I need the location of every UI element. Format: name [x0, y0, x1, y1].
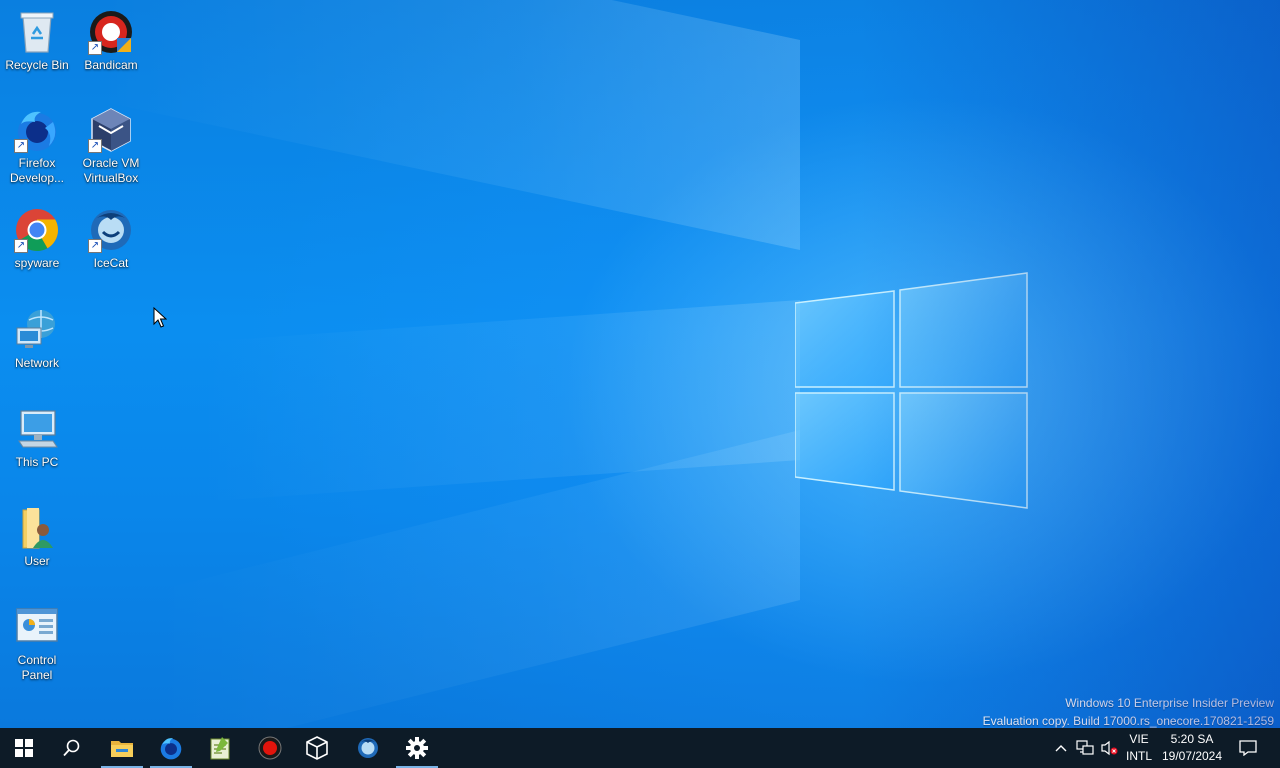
- desktop-wallpaper[interactable]: Recycle Bin ↗ Bandicam ↗ Firefox Develop…: [0, 0, 1280, 728]
- search-icon: [63, 739, 80, 757]
- desktop-icon-label: spyware: [14, 256, 60, 270]
- desktop-icon-label: Oracle VM VirtualBox: [82, 156, 140, 185]
- light-beam: [150, 430, 800, 728]
- action-center-button[interactable]: [1232, 728, 1264, 768]
- bandicam-icon: [258, 736, 282, 760]
- icecat-icon: ↗: [87, 206, 135, 254]
- desktop-icon-label: Network: [14, 356, 59, 370]
- firefox-developer-icon: [160, 738, 182, 760]
- chrome-icon: ↗: [13, 206, 61, 254]
- start-button[interactable]: [1, 728, 47, 768]
- desktop-icon-spyware[interactable]: ↗ spyware: [0, 206, 74, 271]
- network-tray-button[interactable]: [1074, 728, 1096, 768]
- volume-tray-button[interactable]: [1098, 728, 1120, 768]
- user-folder-icon: [13, 504, 61, 552]
- desktop-icon-virtualbox[interactable]: ↗ Oracle VM VirtualBox: [74, 106, 148, 186]
- virtualbox-icon: ↗: [87, 106, 135, 154]
- volume-muted-icon: [1101, 740, 1118, 756]
- watermark-line-2: Evaluation copy. Build 17000.rs_onecore.…: [982, 714, 1274, 728]
- evaluation-watermark: Windows 10 Enterprise Insider Preview Ev…: [983, 694, 1274, 728]
- notepad-plus-icon: [210, 737, 230, 760]
- taskbar-bandicam[interactable]: [247, 728, 293, 768]
- windows-logo-wallpaper: [795, 272, 1028, 509]
- icecat-icon: [358, 738, 378, 758]
- show-hidden-icons-button[interactable]: [1051, 728, 1071, 768]
- desktop-icon-bandicam[interactable]: ↗ Bandicam: [74, 8, 148, 73]
- taskbar-icecat[interactable]: [345, 728, 391, 768]
- chevron-up-icon: [1055, 745, 1067, 752]
- desktop-icon-label: Bandicam: [84, 58, 138, 72]
- desktop-icon-label: Firefox Develop...: [9, 156, 65, 185]
- input-language-button[interactable]: VIE INTL: [1122, 728, 1156, 768]
- taskbar-firefox-developer[interactable]: [148, 728, 194, 768]
- this-pc-icon: [13, 405, 61, 453]
- search-button[interactable]: [49, 728, 95, 768]
- bandicam-icon: ↗: [87, 8, 135, 56]
- shortcut-arrow-icon: ↗: [88, 239, 102, 253]
- desktop-icon-network[interactable]: Network: [0, 306, 74, 371]
- firefox-developer-icon: ↗: [13, 106, 61, 154]
- watermark-line-1: Windows 10 Enterprise Insider Preview: [1065, 696, 1274, 710]
- taskbar-virtualbox[interactable]: [294, 728, 340, 768]
- taskbar-file-explorer[interactable]: [99, 728, 145, 768]
- desktop-icon-this-pc[interactable]: This PC: [0, 405, 74, 470]
- shortcut-arrow-icon: ↗: [88, 139, 102, 153]
- desktop-icon-firefox-developer[interactable]: ↗ Firefox Develop...: [0, 106, 74, 186]
- desktop-icon-control-panel[interactable]: Control Panel: [0, 603, 74, 683]
- light-beam: [200, 300, 800, 502]
- virtualbox-icon: [306, 736, 328, 760]
- clock-button[interactable]: 5:20 SA 19/07/2024: [1158, 728, 1226, 768]
- desktop-icon-recycle-bin[interactable]: Recycle Bin: [0, 8, 74, 73]
- mouse-cursor-icon: [153, 307, 167, 328]
- start-icon: [15, 739, 33, 757]
- desktop-icon-label: IceCat: [93, 256, 129, 270]
- desktop-icon-icecat[interactable]: ↗ IceCat: [74, 206, 148, 271]
- shortcut-arrow-icon: ↗: [14, 239, 28, 253]
- shortcut-arrow-icon: ↗: [14, 139, 28, 153]
- notification-icon: [1239, 740, 1257, 756]
- language-code: VIE: [1129, 732, 1149, 746]
- taskbar-settings[interactable]: [394, 728, 440, 768]
- keyboard-layout: INTL: [1125, 749, 1152, 763]
- desktop-icon-label: User: [24, 554, 50, 568]
- desktop-icon-user[interactable]: User: [0, 504, 74, 569]
- network-icon: [13, 306, 61, 354]
- clock-date: 19/07/2024: [1161, 749, 1223, 763]
- clock-time: 5:20 SA: [1170, 732, 1214, 746]
- desktop-icon-label: This PC: [15, 455, 59, 469]
- desktop-icon-label: Control Panel: [17, 653, 57, 682]
- control-panel-icon: [13, 603, 61, 651]
- recycle-bin-icon: [13, 8, 61, 56]
- network-status-icon: [1076, 740, 1094, 755]
- taskbar: VIE INTL 5:20 SA 19/07/2024: [0, 728, 1280, 768]
- taskbar-notepad-plus[interactable]: [197, 728, 243, 768]
- file-explorer-icon: [111, 741, 133, 757]
- settings-icon: [406, 737, 428, 759]
- desktop-icon-label: Recycle Bin: [5, 58, 69, 72]
- shortcut-arrow-icon: ↗: [88, 41, 102, 55]
- light-beam: [100, 0, 800, 251]
